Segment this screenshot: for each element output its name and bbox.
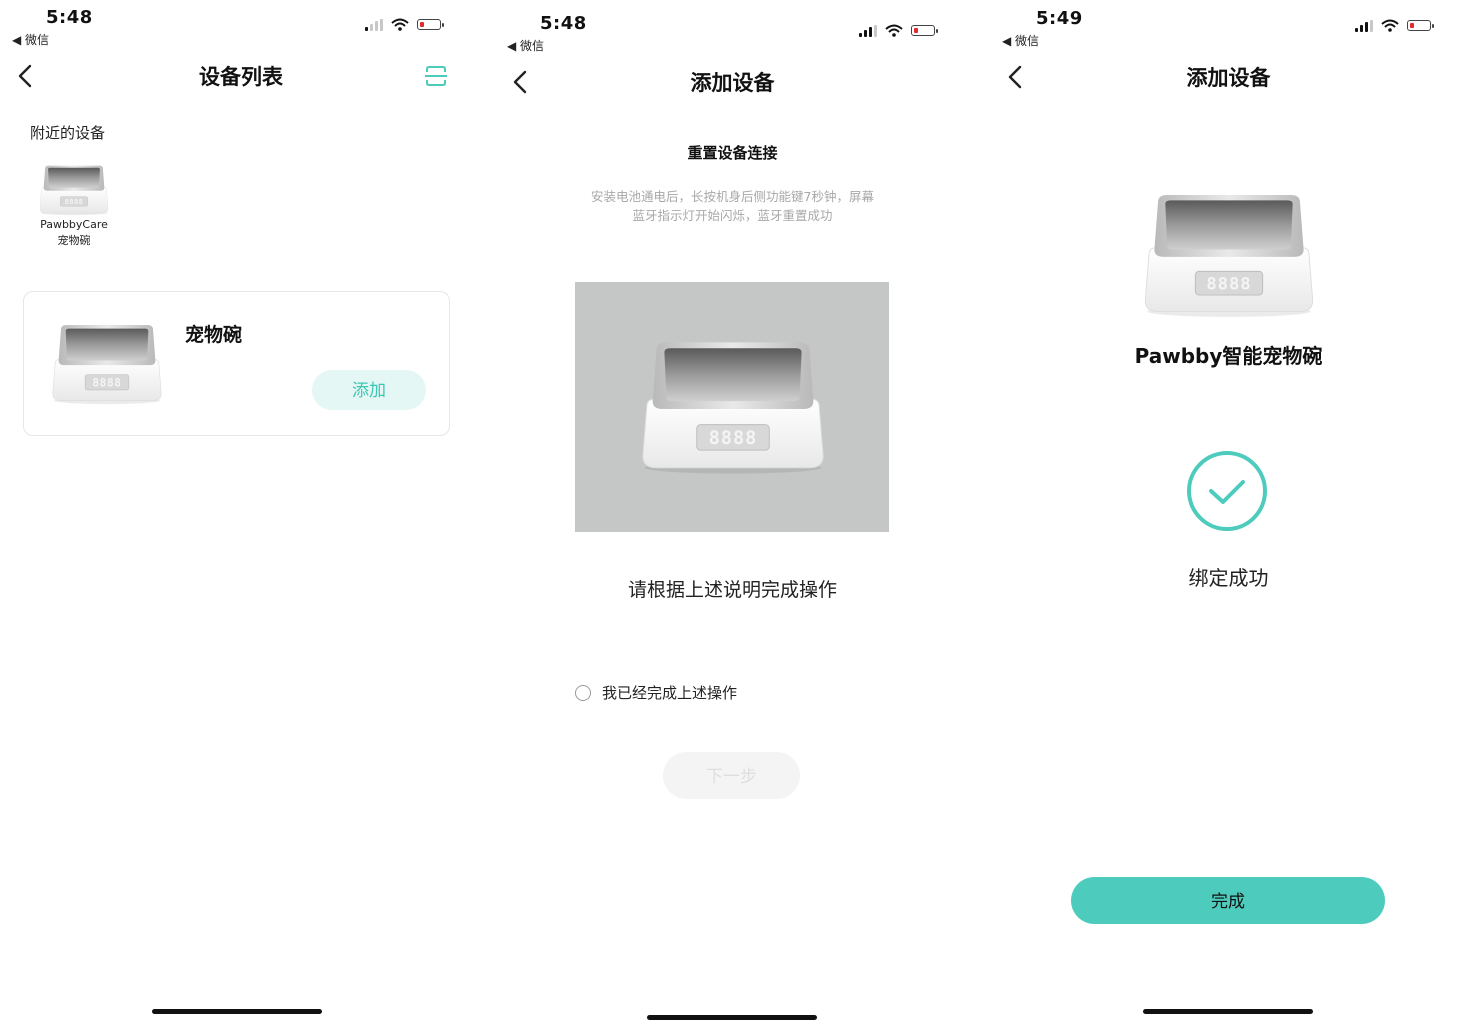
add-device-button[interactable]: 添加 bbox=[312, 370, 426, 410]
nearby-device-item[interactable]: PawbbyCare 宠物碗 bbox=[30, 163, 118, 249]
status-icons bbox=[1355, 19, 1434, 32]
bind-success-screen: 5:49 ◀ 微信 添加设备 Pawbby智能宠物碗 绑定成功 完成 bbox=[990, 0, 1467, 1024]
status-icons bbox=[365, 18, 444, 31]
device-photo bbox=[575, 282, 889, 532]
pet-bowl-image bbox=[635, 337, 831, 477]
confirm-label: 我已经完成上述操作 bbox=[602, 684, 738, 702]
step-description: 安装电池通电后，长按机身后侧功能键7秒钟，屏幕 蓝牙指示灯开始闪烁，蓝牙重置成功 bbox=[570, 187, 895, 225]
nearby-device-name: PawbbyCare bbox=[40, 218, 108, 231]
home-indicator bbox=[1143, 1009, 1313, 1014]
done-button[interactable]: 完成 bbox=[1071, 877, 1385, 924]
back-to-wechat-link[interactable]: ◀ 微信 bbox=[1002, 32, 1039, 49]
back-to-wechat-link[interactable]: ◀ 微信 bbox=[507, 37, 544, 54]
battery-icon bbox=[417, 19, 444, 30]
device-list-screen: 5:48 ◀ 微信 设备列表 附近的设备 PawbbyCare 宠物碗 宠物碗 … bbox=[0, 0, 482, 1024]
wifi-icon bbox=[1381, 19, 1399, 32]
confirm-checkbox-row[interactable]: 我已经完成上述操作 bbox=[575, 682, 737, 703]
status-icons bbox=[859, 24, 938, 37]
page-title: 添加设备 bbox=[690, 71, 775, 95]
step-description-line2: 蓝牙指示灯开始闪烁，蓝牙重置成功 bbox=[632, 208, 833, 223]
pet-bowl-image bbox=[48, 322, 166, 406]
check-circle-icon bbox=[1187, 451, 1267, 531]
scan-icon[interactable] bbox=[424, 64, 448, 88]
battery-icon bbox=[1407, 20, 1434, 31]
step-description-line1: 安装电池通电后，长按机身后侧功能键7秒钟，屏幕 bbox=[591, 189, 874, 204]
device-card: 宠物碗 添加 bbox=[23, 291, 450, 436]
page-title: 设备列表 bbox=[199, 65, 283, 89]
product-name: Pawbby智能宠物碗 bbox=[1134, 344, 1323, 368]
wifi-icon bbox=[391, 18, 409, 31]
cellular-signal-icon bbox=[859, 24, 877, 37]
success-text: 绑定成功 bbox=[1188, 566, 1269, 590]
nearby-devices-label: 附近的设备 bbox=[30, 124, 106, 142]
nearby-device-type: 宠物碗 bbox=[57, 234, 91, 247]
pet-bowl-image bbox=[37, 163, 111, 217]
status-time: 5:48 bbox=[540, 13, 587, 34]
instruction-text: 请根据上述说明完成操作 bbox=[627, 579, 837, 601]
next-step-button[interactable]: 下一步 bbox=[663, 752, 800, 799]
step-title: 重置设备连接 bbox=[687, 144, 778, 162]
pet-bowl-image bbox=[1138, 190, 1320, 320]
status-time: 5:48 bbox=[46, 7, 93, 28]
back-to-wechat-link[interactable]: ◀ 微信 bbox=[12, 31, 49, 48]
page-title: 添加设备 bbox=[1186, 66, 1271, 90]
battery-icon bbox=[911, 25, 938, 36]
confirm-radio[interactable] bbox=[575, 684, 591, 701]
cellular-signal-icon bbox=[1355, 19, 1373, 32]
home-indicator bbox=[152, 1009, 322, 1014]
home-indicator bbox=[647, 1015, 817, 1020]
device-card-title: 宠物碗 bbox=[185, 324, 243, 346]
status-time: 5:49 bbox=[1036, 8, 1083, 29]
reset-connection-screen: 5:48 ◀ 微信 添加设备 重置设备连接 安装电池通电后，长按机身后侧功能键7… bbox=[495, 0, 970, 1024]
cellular-signal-icon bbox=[365, 18, 383, 31]
wifi-icon bbox=[885, 24, 903, 37]
